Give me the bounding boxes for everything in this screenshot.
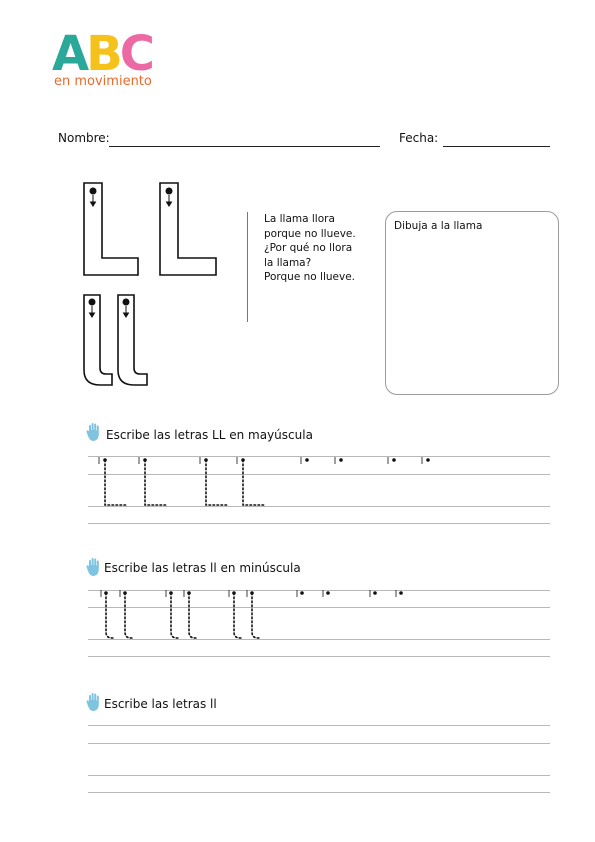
writing-guide-line[interactable] (88, 792, 550, 793)
letter-models (83, 182, 217, 386)
poem-line: La llama llora (264, 213, 335, 225)
lowercase-l-outline-2 (117, 294, 148, 386)
poem-line: ¿Por qué no llora (264, 242, 353, 254)
writing-guide-line[interactable] (88, 743, 550, 744)
name-label: Nombre: (58, 131, 110, 145)
lowercase-l-outline-1 (83, 294, 113, 386)
date-label: Fecha: (399, 131, 439, 145)
poem-line: Porque no llueve. (264, 271, 356, 283)
hand-icon (86, 423, 99, 441)
hand-icon (86, 693, 99, 711)
name-field[interactable] (109, 146, 380, 147)
poem-divider (247, 212, 248, 322)
start-dot-icon (122, 298, 130, 306)
logo-letters: ABC (52, 30, 155, 78)
drawing-box[interactable]: Dibuja a la llama (385, 211, 559, 395)
start-dot-icon (89, 187, 97, 195)
uppercase-l-outline-2 (159, 182, 217, 276)
logo-subtitle: en movimiento (54, 74, 152, 89)
uppercase-l-outline-1 (83, 182, 139, 276)
writing-guide-line (88, 523, 550, 524)
writing-guide-line (88, 656, 550, 657)
poem: La llama llora porque no llueve. ¿Por qu… (264, 212, 379, 285)
logo: ABC en movimiento (52, 30, 162, 100)
start-dot-icon (88, 298, 96, 306)
date-field[interactable] (443, 146, 550, 147)
section-title-free: Escribe las letras ll (104, 697, 217, 711)
hand-icon (86, 558, 99, 576)
poem-line: porque no llueve. (264, 227, 356, 240)
writing-guide-line[interactable] (88, 775, 550, 776)
uppercase-tracing-row[interactable] (88, 450, 550, 512)
section-title-uppercase: Escribe las letras LL en mayúscula (106, 428, 313, 442)
writing-guide-line[interactable] (88, 725, 550, 726)
poem-line: la llama? (264, 256, 312, 269)
lowercase-tracing-row[interactable] (88, 584, 550, 644)
section-title-lowercase: Escribe las letras ll en minúscula (104, 561, 301, 575)
drawing-box-label: Dibuja a la llama (394, 220, 483, 232)
start-dot-icon (165, 187, 173, 195)
